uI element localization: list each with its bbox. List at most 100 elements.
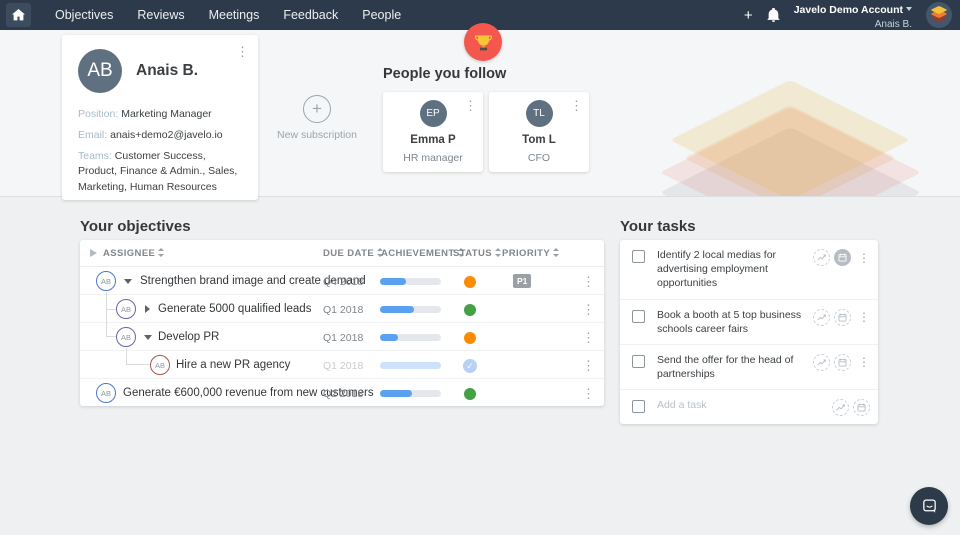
tree-connector	[107, 336, 116, 337]
status-dot	[464, 276, 476, 288]
person-card-tom[interactable]: ⋮ TL Tom L CFO	[489, 92, 589, 172]
row-kebab-menu[interactable]: ⋮	[582, 331, 595, 344]
status-dot	[464, 304, 476, 316]
account-user: Anais B.	[794, 19, 912, 32]
home-button[interactable]	[6, 3, 31, 27]
new-subscription-label: New subscription	[272, 129, 362, 141]
objectives-title: Your objectives	[80, 218, 191, 235]
row-kebab-menu[interactable]: ⋮	[582, 303, 595, 316]
nav-item-feedback[interactable]: Feedback	[271, 0, 350, 30]
column-achievement[interactable]: ACHIEVEMENT	[381, 248, 465, 259]
achievements-trophy-button[interactable]	[464, 23, 502, 61]
priority-badge: P1	[513, 274, 531, 288]
column-assignee[interactable]: ASSIGNEE	[103, 248, 165, 259]
profile-kebab-menu[interactable]: ⋮	[236, 45, 249, 58]
calendar-icon	[838, 313, 847, 322]
notifications-button[interactable]	[767, 8, 780, 22]
tree-connector	[127, 364, 150, 365]
new-subscription-button[interactable]: + New subscription	[272, 95, 362, 141]
chat-widget-button[interactable]	[910, 487, 948, 525]
objective-row[interactable]: AB Develop PR Q1 2018 ⋮	[80, 323, 604, 351]
achievement-fill	[380, 306, 414, 313]
nav-item-objectives[interactable]: Objectives	[43, 0, 125, 30]
column-priority[interactable]: PRIORITY	[502, 248, 560, 259]
trend-icon	[817, 253, 826, 262]
achievement-fill	[380, 278, 406, 285]
sort-icon	[158, 248, 165, 257]
due-date-button[interactable]	[834, 309, 851, 326]
objectives-table: ASSIGNEE DUE DATE ACHIEVEMENT STATUS PRI…	[80, 240, 604, 406]
person-kebab-menu[interactable]: ⋮	[570, 99, 583, 112]
person-card-emma[interactable]: ⋮ EP Emma P HR manager	[383, 92, 483, 172]
link-objective-button[interactable]	[813, 249, 830, 266]
nav-item-people[interactable]: People	[350, 0, 413, 30]
account-menu[interactable]: Javelo Demo Account Anais B.	[794, 0, 912, 31]
task-row: Send the offer for the head of partnersh…	[620, 345, 878, 390]
due-date-button[interactable]	[834, 249, 851, 266]
trophy-icon	[474, 33, 493, 52]
avatar: AB	[78, 49, 122, 93]
task-kebab-menu[interactable]: ⋮	[858, 356, 870, 368]
avatar: AB	[96, 271, 116, 291]
task-kebab-menu[interactable]: ⋮	[858, 311, 870, 323]
due-date-button[interactable]	[834, 354, 851, 371]
collapse-arrow-icon[interactable]	[124, 279, 132, 284]
task-checkbox[interactable]	[632, 250, 645, 263]
objective-title[interactable]: Hire a new PR agency	[176, 359, 290, 371]
row-kebab-menu[interactable]: ⋮	[582, 359, 595, 372]
task-checkbox[interactable]	[632, 355, 645, 368]
objective-row[interactable]: AB Generate €600,000 revenue from new cu…	[80, 379, 604, 407]
achievement-fill	[380, 362, 441, 369]
profile-email: Email: anais+demo2@javelo.io	[78, 128, 242, 144]
tree-connector	[106, 292, 107, 337]
expand-arrow-icon[interactable]	[145, 305, 150, 313]
due-date-button[interactable]	[853, 399, 870, 416]
home-icon	[12, 9, 25, 21]
teams-label: Teams:	[78, 150, 112, 162]
chevron-down-icon	[906, 7, 912, 11]
profile-name: Anais B.	[136, 62, 198, 80]
row-kebab-menu[interactable]: ⋮	[582, 387, 595, 400]
tasks-title: Your tasks	[620, 218, 696, 235]
task-kebab-menu[interactable]: ⋮	[858, 252, 870, 264]
due-date: Q4 2018	[323, 276, 363, 288]
avatar: EP	[420, 100, 447, 127]
expand-all-icon[interactable]	[90, 249, 97, 257]
nav-menu: Objectives Reviews Meetings Feedback Peo…	[43, 0, 413, 30]
status-dot	[464, 332, 476, 344]
objective-title[interactable]: Generate 5000 qualified leads	[158, 303, 311, 315]
objective-title[interactable]: Develop PR	[158, 331, 219, 343]
account-name: Javelo Demo Account	[794, 4, 903, 16]
nav-item-meetings[interactable]: Meetings	[197, 0, 272, 30]
add-task-input[interactable]: Add a task	[657, 398, 832, 412]
task-checkbox[interactable]	[632, 310, 645, 323]
add-button[interactable]: +	[744, 8, 753, 23]
org-logo-avatar[interactable]	[926, 2, 952, 28]
objective-row[interactable]: AB Strengthen brand image and create dem…	[80, 267, 604, 295]
avatar: AB	[116, 299, 136, 319]
link-objective-button[interactable]	[813, 309, 830, 326]
row-kebab-menu[interactable]: ⋮	[582, 275, 595, 288]
link-objective-button[interactable]	[832, 399, 849, 416]
task-checkbox[interactable]	[632, 400, 645, 413]
nav-item-reviews[interactable]: Reviews	[125, 0, 196, 30]
email-label: Email:	[78, 129, 107, 141]
column-status[interactable]: STATUS	[453, 248, 502, 259]
avatar: AB	[116, 327, 136, 347]
status-done-icon: ✓	[463, 359, 477, 373]
objectives-table-header: ASSIGNEE DUE DATE ACHIEVEMENT STATUS PRI…	[80, 240, 604, 267]
collapse-arrow-icon[interactable]	[144, 335, 152, 340]
calendar-icon	[838, 358, 847, 367]
person-kebab-menu[interactable]: ⋮	[464, 99, 477, 112]
column-due-date[interactable]: DUE DATE	[323, 248, 384, 259]
task-label[interactable]: Send the offer for the head of partnersh…	[657, 353, 813, 381]
achievement-bar	[380, 278, 441, 285]
objective-row[interactable]: AB Generate 5000 qualified leads Q1 2018…	[80, 295, 604, 323]
task-label[interactable]: Book a booth at 5 top business schools c…	[657, 308, 813, 336]
person-name: Emma P	[383, 134, 483, 146]
objective-row[interactable]: AB Hire a new PR agency Q1 2018 ✓ ⋮	[80, 351, 604, 379]
link-objective-button[interactable]	[813, 354, 830, 371]
avatar: AB	[150, 355, 170, 375]
achievement-bar	[380, 390, 441, 397]
task-label[interactable]: Identify 2 local medias for advertising …	[657, 248, 813, 291]
